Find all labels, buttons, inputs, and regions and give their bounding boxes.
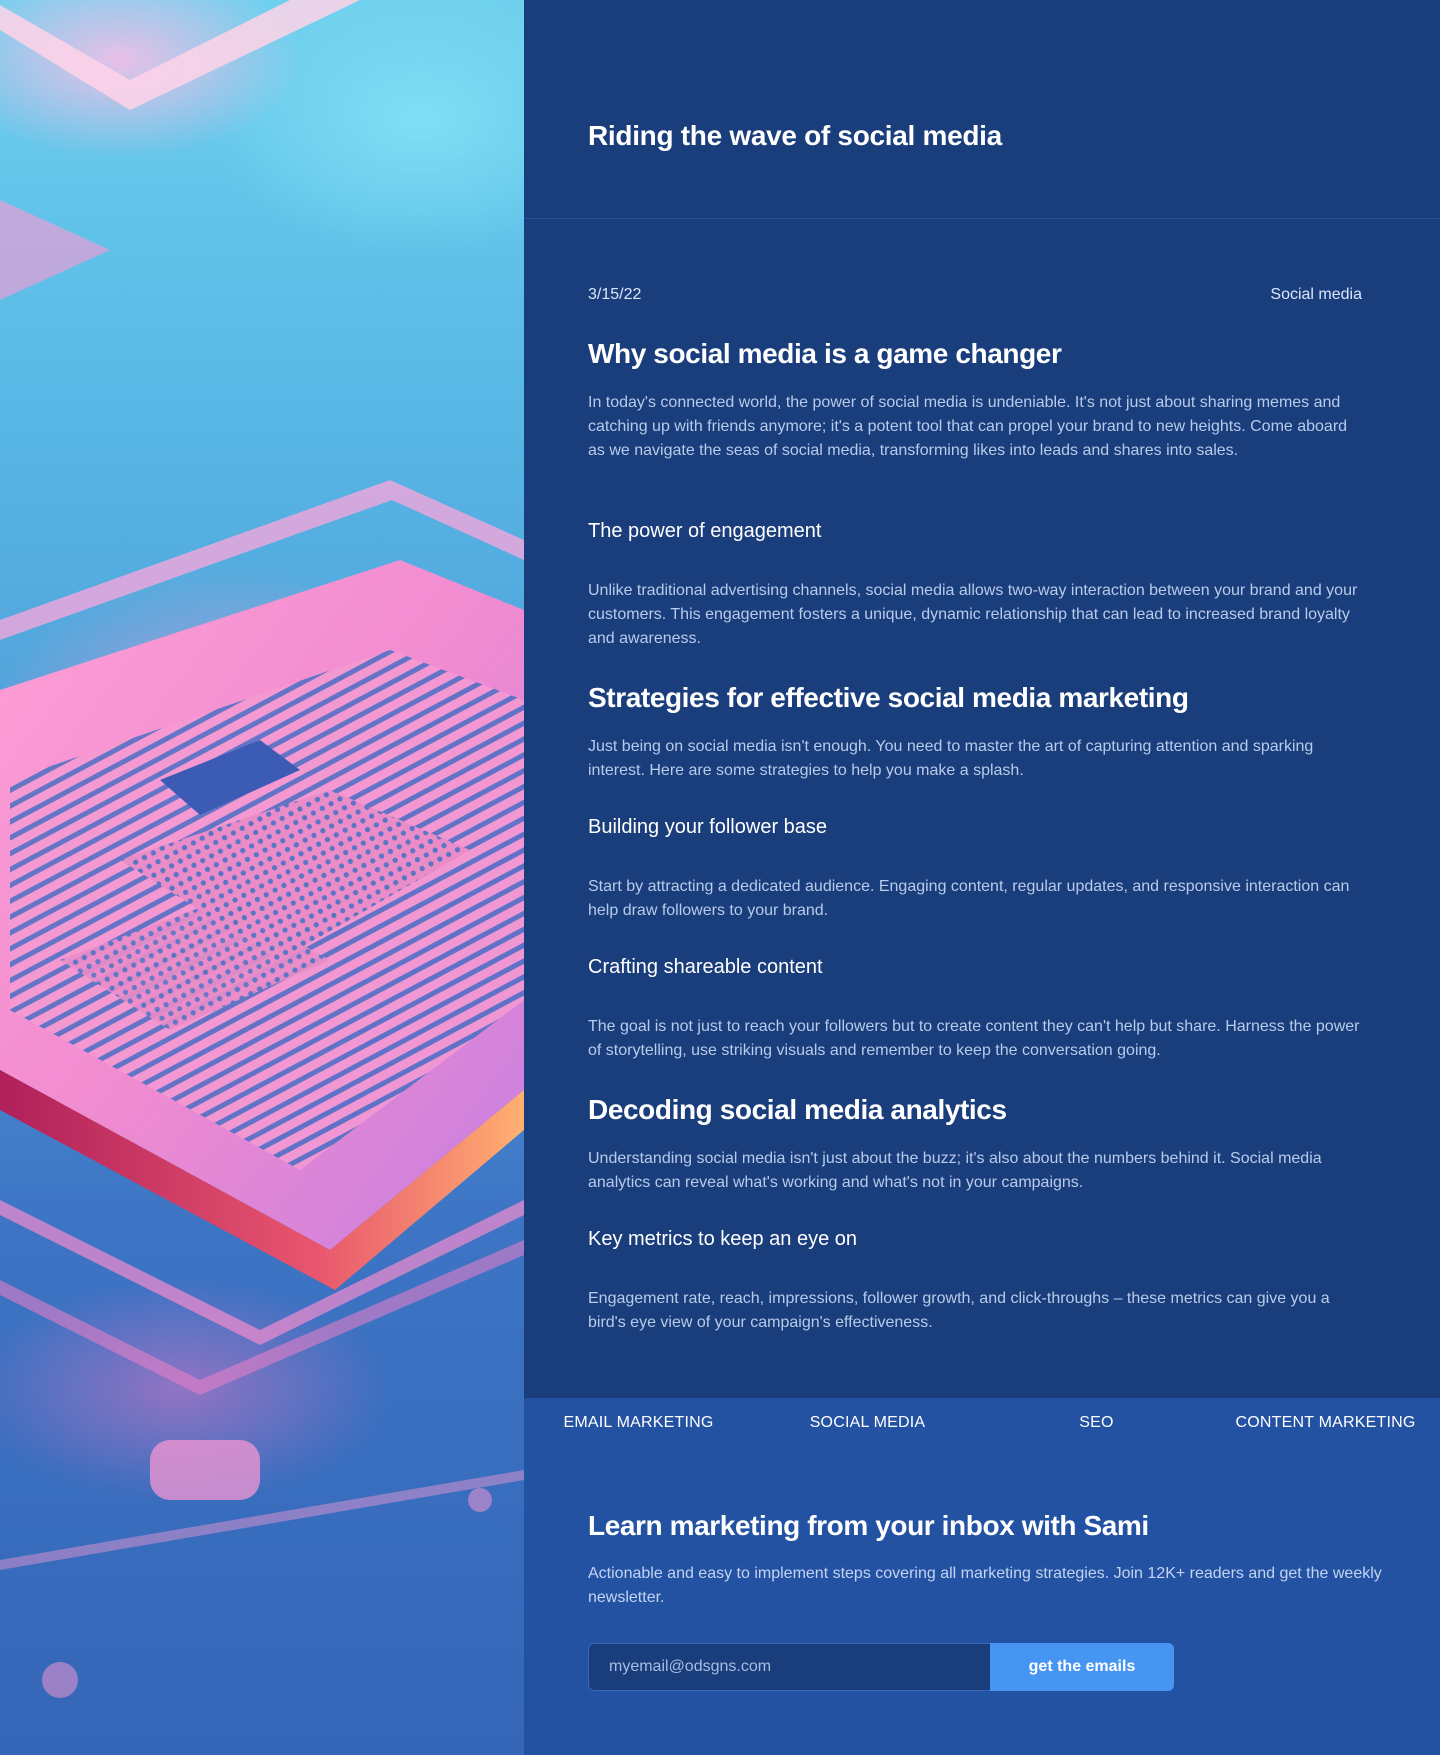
- section-text: Engagement rate, reach, impressions, fol…: [588, 1290, 1330, 1331]
- post-category[interactable]: Social media: [1270, 286, 1362, 304]
- newsletter-title: Learn marketing from your inbox with Sam…: [588, 1510, 1149, 1541]
- newsletter-signup: Learn marketing from your inbox with Sam…: [524, 1448, 1440, 1755]
- section-heading: Decoding social media analytics: [588, 1094, 1007, 1125]
- newsletter-form: get the emails: [588, 1643, 1174, 1691]
- section-text: Unlike traditional advertising channels,…: [588, 582, 1358, 647]
- category-link-email-marketing[interactable]: EMAIL MARKETING: [524, 1414, 753, 1432]
- subsection-heading: Crafting shareable content: [588, 956, 823, 978]
- subsection-heading: The power of engagement: [588, 520, 822, 542]
- site-header: Riding the wave of social media: [524, 0, 1440, 219]
- section-heading: Strategies for effective social media ma…: [588, 682, 1189, 713]
- section-text: Just being on social media isn't enough.…: [588, 738, 1314, 779]
- site-title: Riding the wave of social media: [588, 120, 1002, 151]
- hero-image: [0, 0, 524, 1755]
- section-heading: Why social media is a game changer: [588, 338, 1062, 369]
- post-meta: 3/15/22 Social media: [588, 286, 1362, 304]
- section-text: Understanding social media isn't just ab…: [588, 1150, 1322, 1191]
- post-date: 3/15/22: [588, 286, 642, 303]
- circuit-chip-illustration: [0, 0, 524, 1698]
- category-nav: EMAIL MARKETING SOCIAL MEDIA SEO CONTENT…: [524, 1398, 1440, 1448]
- email-input[interactable]: [588, 1643, 990, 1691]
- subscribe-button[interactable]: get the emails: [990, 1643, 1174, 1691]
- newsletter-description: Actionable and easy to implement steps c…: [588, 1565, 1382, 1606]
- category-link-social-media[interactable]: SOCIAL MEDIA: [753, 1414, 982, 1432]
- category-link-seo[interactable]: SEO: [982, 1414, 1211, 1432]
- section-text: The goal is not just to reach your follo…: [588, 1018, 1360, 1059]
- subsection-heading: Building your follower base: [588, 816, 828, 838]
- section-text: Start by attracting a dedicated audience…: [588, 878, 1350, 919]
- subsection-heading: Key metrics to keep an eye on: [588, 1228, 858, 1250]
- section-text: In today's connected world, the power of…: [588, 394, 1348, 459]
- category-link-content-marketing[interactable]: CONTENT MARKETING: [1211, 1414, 1440, 1432]
- article-column: Riding the wave of social media 3/15/22 …: [524, 0, 1440, 1398]
